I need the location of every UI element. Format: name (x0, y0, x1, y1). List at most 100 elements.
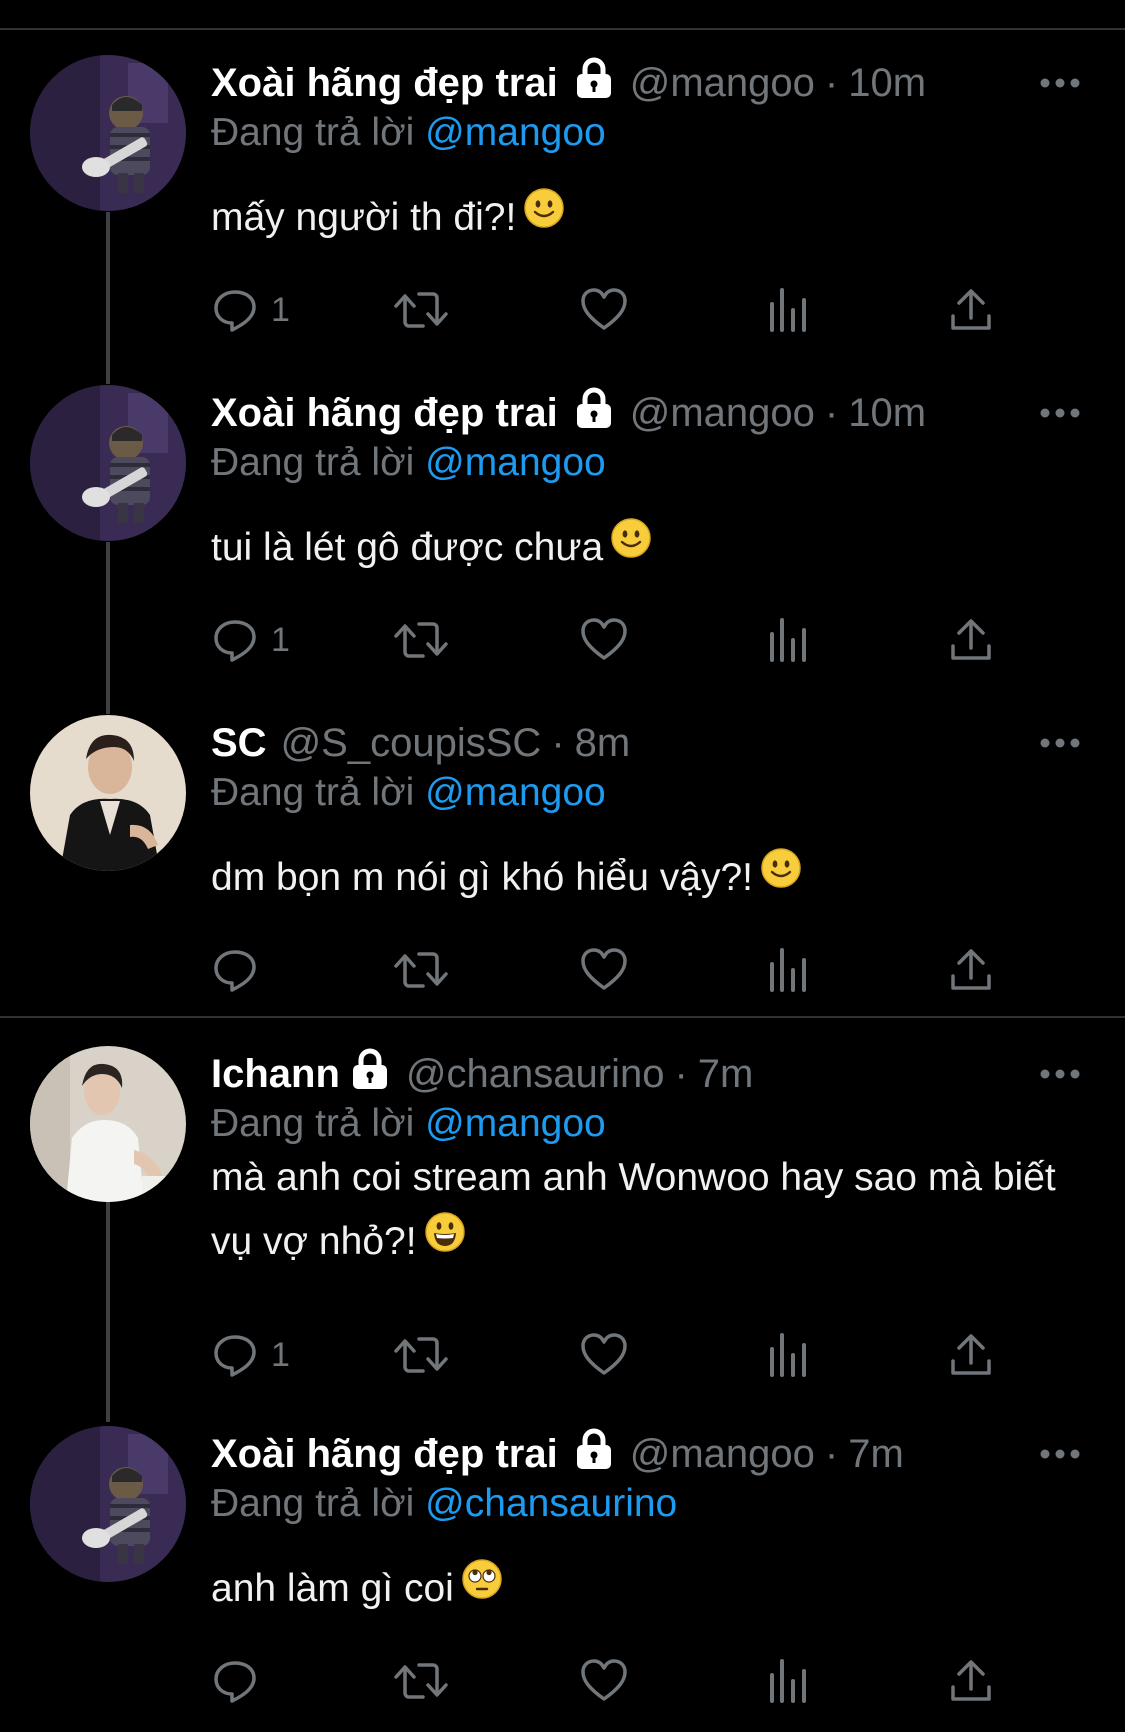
timestamp[interactable]: 7m (848, 1432, 904, 1477)
tweet-text: anh làm gì coi (211, 1557, 1091, 1623)
views-icon (770, 618, 806, 662)
heart-icon (581, 1659, 627, 1701)
reply-button[interactable]: 1 (211, 614, 290, 666)
replying-to-label: Đang trả lời (211, 771, 415, 814)
tweet-header: Xoài hãng đẹp trai @mangoo · 7m (211, 1426, 904, 1482)
slightly-smiling-face-icon (761, 844, 801, 908)
retweet-button[interactable] (393, 1655, 449, 1707)
more-icon[interactable] (1040, 1426, 1080, 1482)
tweet-header: Xoài hãng đẹp trai @mangoo · 10m (211, 385, 926, 441)
tweet-actions (211, 1655, 1011, 1707)
share-button[interactable] (949, 614, 993, 666)
share-icon (951, 619, 991, 660)
reply-button[interactable]: 1 (211, 1329, 290, 1381)
thread-line (106, 542, 110, 714)
handle[interactable]: @chansaurino (406, 1052, 665, 1097)
handle[interactable]: @mangoo (630, 391, 815, 436)
replying-to: Đang trả lời @mangoo (211, 1102, 606, 1146)
avatar[interactable] (30, 1426, 186, 1582)
reply-icon (214, 1661, 256, 1703)
like-button[interactable] (579, 1329, 629, 1381)
man-black-suit-avatar (30, 715, 186, 871)
mention-link[interactable]: @chansaurino (425, 1482, 677, 1525)
guitar-cat-avatar (30, 1426, 186, 1582)
display-name[interactable]: Xoài hãng đẹp trai (211, 1432, 558, 1477)
display-name[interactable]: Xoài hãng đẹp trai (211, 61, 558, 106)
share-button[interactable] (949, 1655, 993, 1707)
share-button[interactable] (949, 944, 993, 996)
separator-dot: · (551, 720, 565, 765)
tweet-text-content: dm bọn m nói gì khó hiểu vậy?! (211, 856, 753, 899)
tweet-text: mà anh coi stream anh Wonwoo hay sao mà … (211, 1146, 1091, 1276)
retweet-icon (394, 292, 448, 328)
avatar[interactable] (30, 1046, 186, 1202)
avatar[interactable] (30, 715, 186, 871)
reply-count: 1 (271, 1335, 290, 1374)
views-button[interactable] (766, 1655, 810, 1707)
separator-dot: · (674, 1051, 688, 1096)
retweet-button[interactable] (393, 1329, 449, 1381)
views-button[interactable] (766, 614, 810, 666)
more-icon[interactable] (1040, 55, 1080, 111)
heart-icon (581, 618, 627, 660)
thread-line (106, 1202, 110, 1422)
timestamp[interactable]: 10m (848, 391, 926, 436)
replying-to: Đang trả lời @mangoo (211, 111, 606, 155)
like-button[interactable] (579, 284, 629, 336)
retweet-icon (394, 1337, 448, 1373)
like-button[interactable] (579, 944, 629, 996)
timestamp[interactable]: 10m (848, 61, 926, 106)
reply-button[interactable] (211, 944, 271, 996)
more-icon[interactable] (1040, 1046, 1080, 1102)
mention-link[interactable]: @mangoo (425, 1102, 606, 1145)
timestamp[interactable]: 7m (698, 1052, 754, 1097)
views-button[interactable] (766, 1329, 810, 1381)
avatar[interactable] (30, 385, 186, 541)
share-icon (951, 1334, 991, 1375)
retweet-icon (394, 622, 448, 658)
timestamp[interactable]: 8m (575, 721, 631, 766)
views-button[interactable] (766, 944, 810, 996)
mention-link[interactable]: @mangoo (425, 771, 606, 814)
replying-to-label: Đang trả lời (211, 1102, 415, 1145)
views-icon (770, 948, 806, 992)
tweet-actions: 1 (211, 614, 1011, 666)
display-name[interactable]: Xoài hãng đẹp trai (211, 391, 558, 436)
heart-icon (581, 1333, 627, 1375)
handle[interactable]: @mangoo (630, 1432, 815, 1477)
tweet-text-content: mấy người th đi?! (211, 196, 517, 239)
handle[interactable]: @S_coupisSC (281, 721, 542, 766)
views-button[interactable] (766, 284, 810, 336)
tweet-actions: 1 (211, 284, 1011, 336)
display-name[interactable]: SC (211, 721, 267, 766)
retweet-icon (394, 952, 448, 988)
share-button[interactable] (949, 284, 993, 336)
handle[interactable]: @mangoo (630, 61, 815, 106)
separator-dot: · (824, 60, 839, 105)
more-icon[interactable] (1040, 715, 1080, 771)
mention-link[interactable]: @mangoo (425, 441, 606, 484)
retweet-button[interactable] (393, 944, 449, 996)
retweet-icon (394, 1663, 448, 1699)
more-icon[interactable] (1040, 385, 1080, 441)
tweet-header: SC @S_coupisSC · 8m (211, 715, 630, 771)
thread-line (106, 212, 110, 384)
reply-button[interactable] (211, 1655, 271, 1707)
retweet-button[interactable] (393, 284, 449, 336)
section-divider (0, 1016, 1125, 1018)
like-button[interactable] (579, 614, 629, 666)
tweet-header: Xoài hãng đẹp trai @mangoo · 10m (211, 55, 926, 111)
man-white-shirt-avatar (30, 1046, 186, 1202)
retweet-button[interactable] (393, 614, 449, 666)
replying-to-label: Đang trả lời (211, 441, 415, 484)
tweet-header: Ichann @chansaurino · 7m (211, 1046, 753, 1102)
share-button[interactable] (949, 1329, 993, 1381)
separator-dot: · (824, 390, 839, 435)
display-name[interactable]: Ichann (211, 1052, 340, 1097)
reply-icon (214, 290, 256, 332)
like-button[interactable] (579, 1655, 629, 1707)
mention-link[interactable]: @mangoo (425, 111, 606, 154)
avatar[interactable] (30, 55, 186, 211)
views-icon (770, 288, 806, 332)
reply-button[interactable]: 1 (211, 284, 290, 336)
